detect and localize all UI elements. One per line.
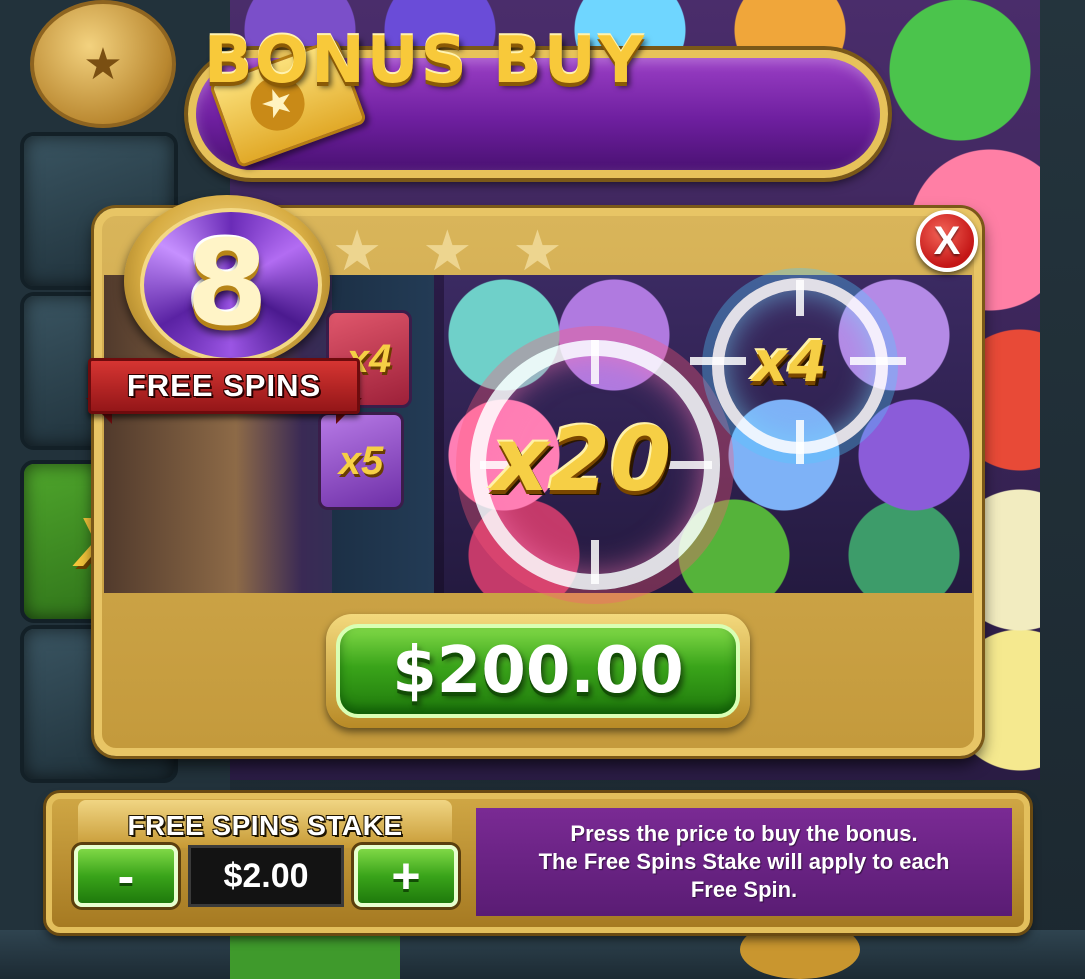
buy-bonus-price-button[interactable]: $200.00 (336, 624, 740, 718)
crosshair-line (796, 280, 804, 316)
plus-icon: + (391, 848, 421, 904)
stake-value-display: $2.00 (188, 845, 344, 907)
multiplier-tile: x5 (318, 412, 404, 510)
info-line: Press the price to buy the bonus. (570, 821, 918, 846)
stake-title: FREE SPINS STAKE (127, 810, 403, 841)
close-button[interactable]: X (916, 210, 978, 272)
increase-stake-button[interactable]: + (354, 845, 458, 907)
reel-tile (230, 930, 400, 979)
info-line: Free Spin. (690, 877, 798, 902)
multiplier-x4-label: x4 (752, 330, 828, 395)
bottom-reel-strip (0, 930, 1085, 979)
free-spins-count: 8 (185, 214, 269, 352)
crosshair-line (690, 357, 746, 365)
free-spins-label: FREE SPINS (126, 368, 322, 403)
price-label: $200.00 (392, 634, 684, 708)
stake-value: $2.00 (223, 857, 309, 895)
multiplier-x20-label: x20 (492, 408, 672, 511)
crosshair-line (591, 340, 599, 384)
crosshair-line (850, 357, 906, 365)
info-box: Press the price to buy the bonus. The Fr… (476, 808, 1012, 916)
star-coin-icon: ★ (30, 0, 176, 128)
info-line: The Free Spins Stake will apply to each (538, 849, 950, 874)
decorative-stars: ★★★ (332, 219, 603, 282)
close-icon: X (933, 219, 961, 263)
banner-title: BONUS BUY (203, 24, 647, 98)
crosshair-line (796, 420, 804, 464)
crosshair-line (591, 540, 599, 584)
minus-icon: - (117, 848, 135, 904)
decrease-stake-button[interactable]: - (74, 845, 178, 907)
